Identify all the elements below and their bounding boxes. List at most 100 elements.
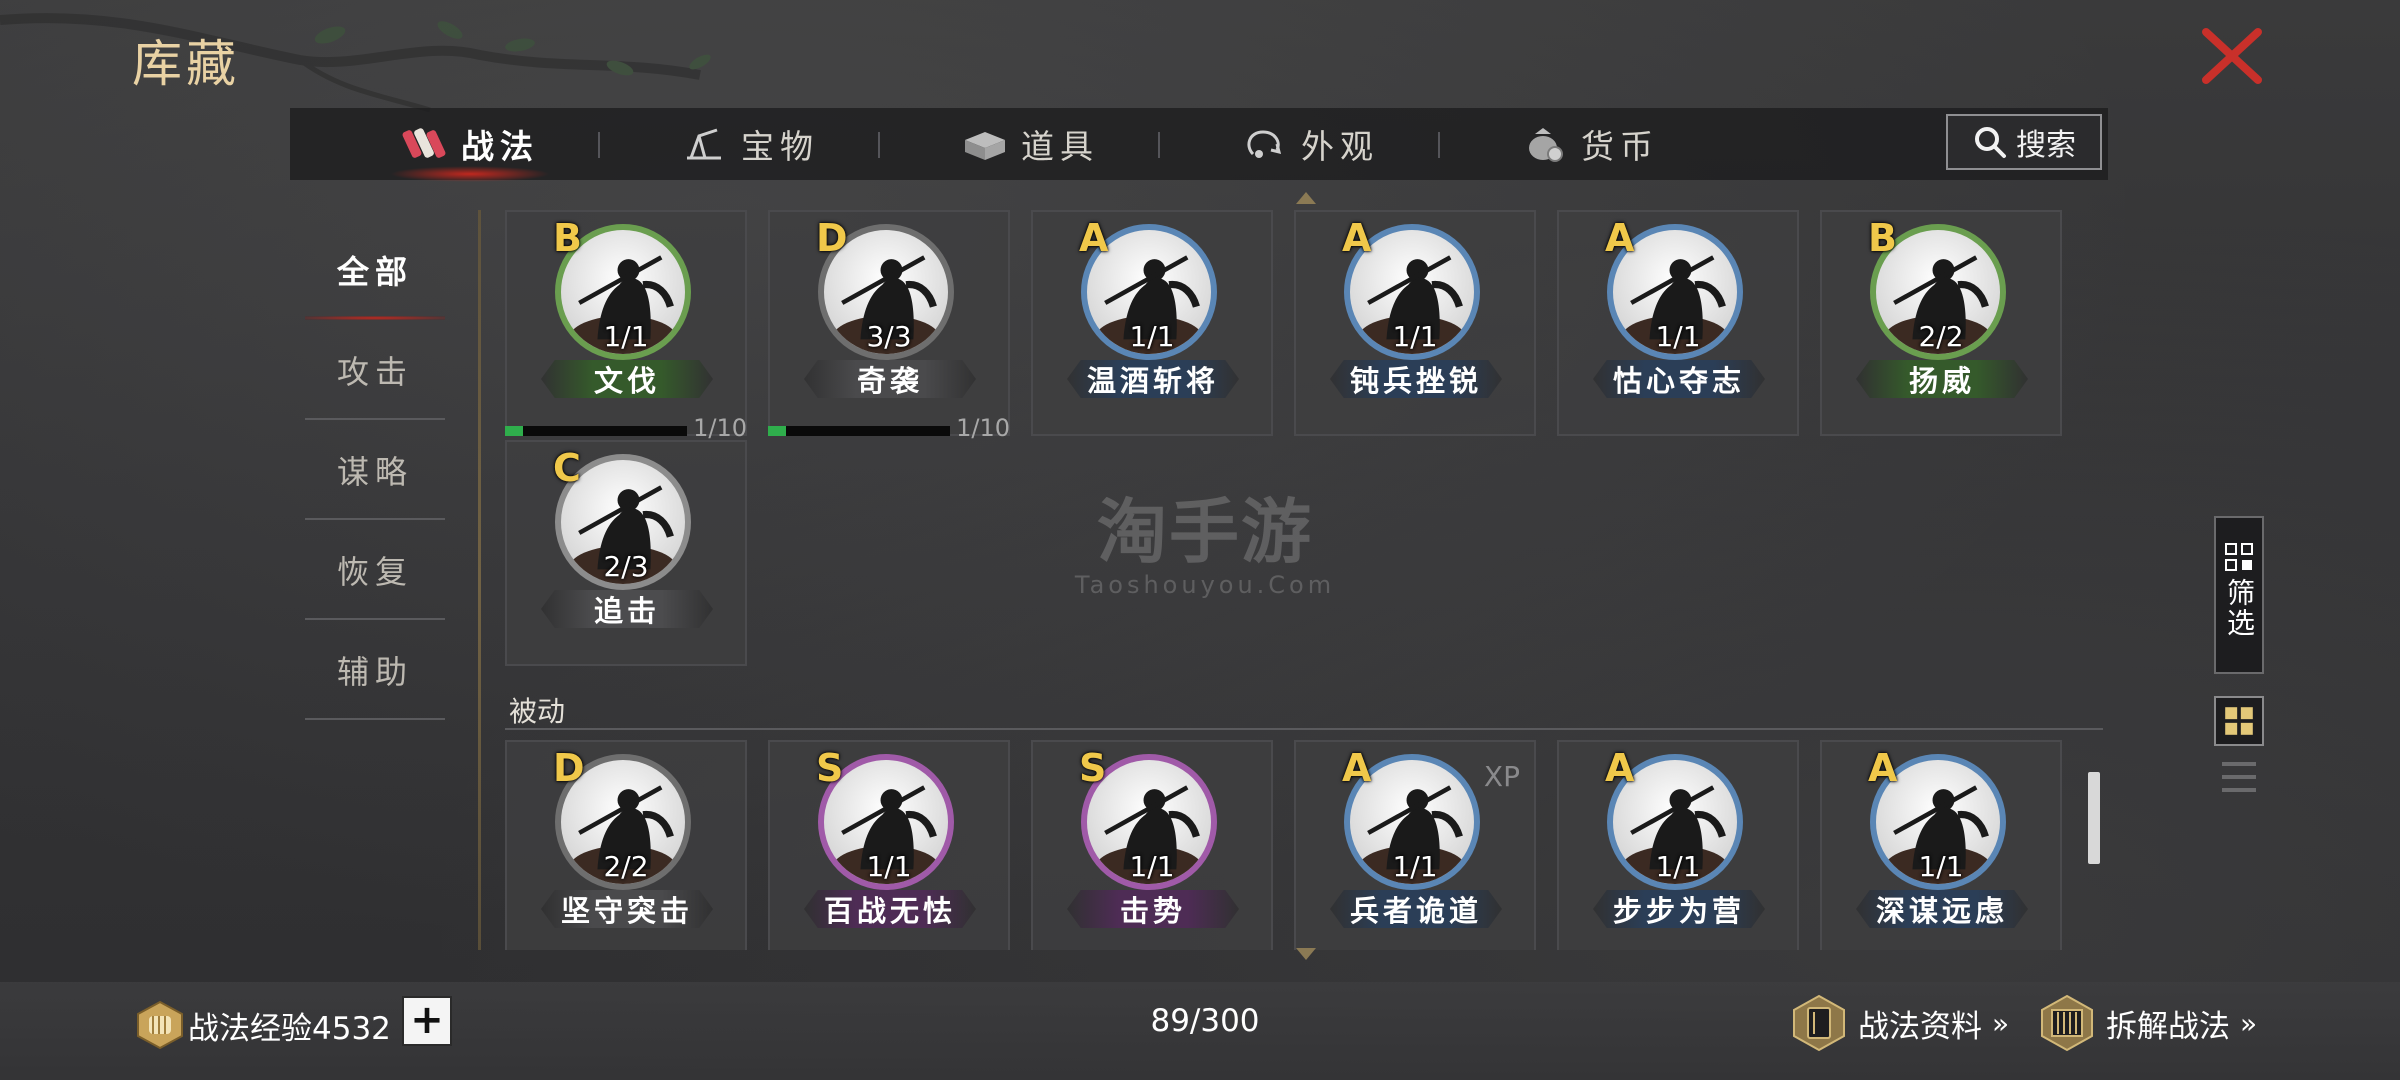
tactic-name: 步步为营 xyxy=(1593,890,1765,928)
tab-divider xyxy=(1158,132,1160,158)
tactic-card[interactable]: A 1/1 温酒斩将 xyxy=(1031,210,1273,436)
tab-label: 道具 xyxy=(1021,127,1099,166)
money-bag-icon xyxy=(1529,128,1563,162)
tactic-card[interactable]: A 1/1 步步为营 xyxy=(1557,740,1799,950)
sidebar-item-label: 攻击 xyxy=(336,353,413,391)
branch-decoration xyxy=(0,13,711,113)
item-box-icon xyxy=(965,132,1005,160)
tactic-card[interactable]: A 1/1 兵者诡道 XP xyxy=(1294,740,1536,950)
list-view-icon[interactable] xyxy=(2218,758,2260,796)
tab-divider xyxy=(598,132,600,158)
tactic-card[interactable]: B 1/1 文伐 xyxy=(505,210,747,436)
scroll-up-arrow-icon xyxy=(1296,192,1316,204)
tab-label: 外观 xyxy=(1301,127,1379,166)
tactic-info-label: 战法资料 xyxy=(1858,1008,1982,1045)
grade-badge: A xyxy=(1605,216,1635,260)
fist-badge-icon xyxy=(137,1000,183,1050)
tactic-card[interactable]: A 1/1 怙心夺志 xyxy=(1557,210,1799,436)
filter-grid-icon xyxy=(2225,543,2253,571)
progress-text: 1/10 xyxy=(693,414,747,442)
grade-badge: C xyxy=(553,446,581,490)
progress-bar xyxy=(505,426,687,436)
grade-badge: B xyxy=(553,216,582,260)
tactic-card[interactable]: B 2/2 扬威 xyxy=(1820,210,2062,436)
scrollbar-thumb[interactable] xyxy=(2088,772,2100,864)
tactic-card[interactable]: S 1/1 百战无怯 xyxy=(768,740,1010,950)
tactic-card[interactable]: A 1/1 钝兵挫锐 xyxy=(1294,210,1536,436)
grade-badge: A xyxy=(1079,216,1109,260)
tactic-info-link[interactable]: 战法资料 » xyxy=(1790,992,2009,1054)
dismantle-tactic-link[interactable]: 拆解战法 » xyxy=(2038,992,2257,1054)
tactic-count: 1/1 xyxy=(1129,850,1175,883)
tab-appearance[interactable]: 外观 xyxy=(1190,108,1430,180)
tactic-card[interactable]: C 2/3 追击 xyxy=(505,440,747,666)
xp-badge: XP xyxy=(1483,760,1520,793)
dismantle-label: 拆解战法 xyxy=(2106,1008,2230,1045)
watermark: 淘手游 Taoshouyou.Com xyxy=(1070,476,1340,599)
upgrade-progress: 1/10 xyxy=(505,414,747,442)
search-icon xyxy=(1975,127,2006,158)
filter-button[interactable]: 筛选 xyxy=(2214,516,2264,674)
tactic-card[interactable]: D 2/2 坚守突击 xyxy=(505,740,747,950)
tactic-card[interactable]: S 1/1 击势 xyxy=(1031,740,1273,950)
tactic-count: 1/1 xyxy=(603,320,649,353)
tab-divider xyxy=(1438,132,1440,158)
tactic-name: 击势 xyxy=(1067,890,1239,928)
scroll-down-arrow-icon xyxy=(1296,948,1316,960)
tab-items[interactable]: 道具 xyxy=(910,108,1150,180)
tactic-count: 1/1 xyxy=(866,850,912,883)
tactic-count: 3/3 xyxy=(866,320,912,353)
progress-fill xyxy=(768,426,786,436)
scroll-unroll-icon xyxy=(2041,994,2093,1052)
sidebar-item-label: 恢复 xyxy=(336,553,413,591)
tactic-card[interactable]: D 3/3 奇袭 xyxy=(768,210,1010,436)
watermark-url: Taoshouyou.Com xyxy=(1074,571,1336,599)
tab-label: 宝物 xyxy=(741,127,819,166)
tactic-name: 文伐 xyxy=(541,360,713,398)
add-exp-button[interactable]: + xyxy=(402,996,452,1046)
grid-view-icon[interactable] xyxy=(2214,696,2264,746)
tactic-name: 钝兵挫锐 xyxy=(1330,360,1502,398)
sidebar-item-label: 全部 xyxy=(336,253,413,291)
book-icon xyxy=(1793,994,1845,1052)
tactic-count: 1/1 xyxy=(1129,320,1175,353)
page-title: 库藏 xyxy=(132,35,240,93)
sidebar-item-recovery[interactable]: 恢复 xyxy=(305,520,445,620)
tab-tactics[interactable]: 战法 xyxy=(350,108,590,182)
treasure-icon xyxy=(687,128,721,160)
sidebar-item-support[interactable]: 辅助 xyxy=(305,620,445,720)
tactic-name: 怙心夺志 xyxy=(1593,360,1765,398)
tactic-count: 1/1 xyxy=(1918,850,1964,883)
tactic-name: 坚守突击 xyxy=(541,890,713,928)
tab-currency[interactable]: 货币 xyxy=(1470,108,1710,180)
tactic-count: 1/1 xyxy=(1392,320,1438,353)
tactic-name: 追击 xyxy=(541,590,713,628)
sidebar-item-label: 谋略 xyxy=(336,453,413,491)
tactic-count: 1/1 xyxy=(1392,850,1438,883)
search-button[interactable]: 搜索 xyxy=(1946,114,2102,170)
section-divider xyxy=(505,728,2103,730)
tactic-card[interactable]: A 1/1 深谋远虑 xyxy=(1820,740,2062,950)
sidebar-item-attack[interactable]: 攻击 xyxy=(305,320,445,420)
tactic-name: 百战无怯 xyxy=(804,890,976,928)
sidebar: 全部 攻击 谋略 恢复 辅助 xyxy=(305,220,445,720)
passive-section-label: 被动 xyxy=(509,695,566,728)
grade-badge: B xyxy=(1868,216,1897,260)
chevron-right-icon: » xyxy=(2240,1006,2257,1040)
grade-badge: A xyxy=(1868,746,1898,790)
tactic-name: 深谋远虑 xyxy=(1856,890,2028,928)
progress-bar xyxy=(768,426,950,436)
tab-divider xyxy=(878,132,880,158)
close-icon[interactable] xyxy=(2200,28,2264,84)
tactic-name: 奇袭 xyxy=(804,360,976,398)
sidebar-item-all[interactable]: 全部 xyxy=(305,220,445,320)
sidebar-item-strategy[interactable]: 谋略 xyxy=(305,420,445,520)
grade-badge: A xyxy=(1342,216,1372,260)
chevron-right-icon: » xyxy=(1992,1006,2009,1040)
tactic-exp-label: 战法经验4532 xyxy=(188,1011,391,1047)
divider-line xyxy=(478,210,481,950)
scroll-bundle-icon xyxy=(402,128,446,158)
tactic-count: 2/2 xyxy=(1918,320,1964,353)
tactic-name: 扬威 xyxy=(1856,360,2028,398)
tab-treasure[interactable]: 宝物 xyxy=(630,108,870,180)
